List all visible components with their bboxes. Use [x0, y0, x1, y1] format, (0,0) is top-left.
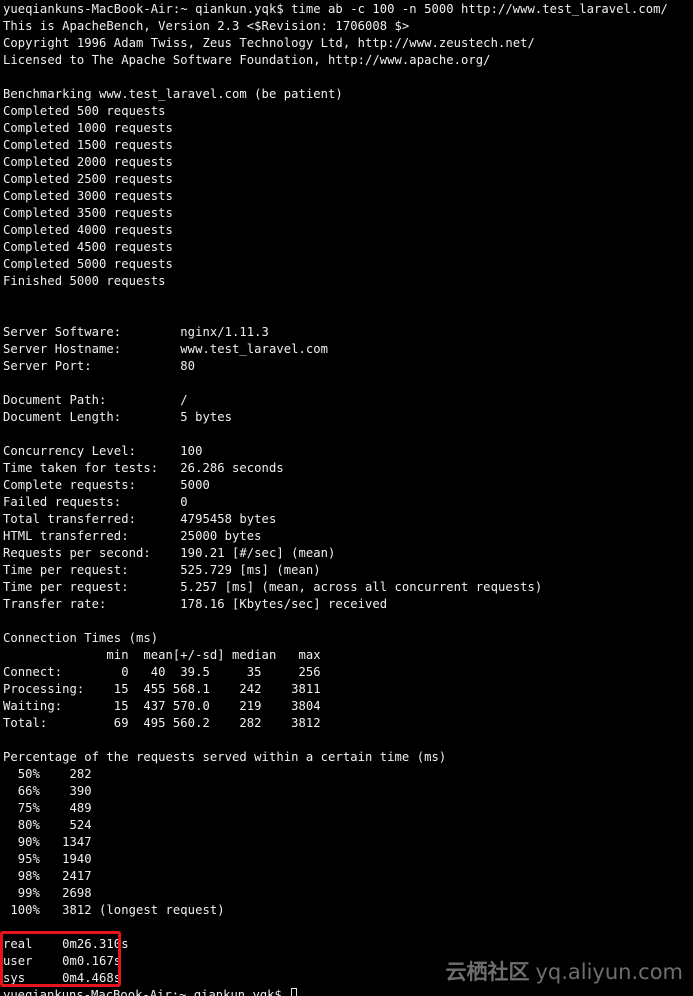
time-result-highlight: [0, 931, 121, 987]
terminal-line: Completed 2000 requests: [3, 155, 173, 169]
terminal-line: 98% 2417: [3, 869, 92, 883]
terminal-window[interactable]: yueqiankuns-MacBook-Air:~ qiankun.yqk$ t…: [0, 0, 693, 996]
prompt-text: yueqiankuns-MacBook-Air:~ qiankun.yqk$: [3, 988, 290, 996]
terminal-line: Document Length: 5 bytes: [3, 410, 233, 424]
terminal-line: Total: 69 495 560.2 282 3812: [3, 716, 321, 730]
terminal-line: Time per request: 5.257 [ms] (mean, acro…: [3, 580, 543, 594]
terminal-line: 90% 1347: [3, 835, 92, 849]
terminal-line: Completed 2500 requests: [3, 172, 173, 186]
terminal-line: Completed 500 requests: [3, 104, 166, 118]
terminal-line: 66% 390: [3, 784, 92, 798]
terminal-line: Completed 4500 requests: [3, 240, 173, 254]
terminal-line: Completed 4000 requests: [3, 223, 173, 237]
terminal-line: Copyright 1996 Adam Twiss, Zeus Technolo…: [3, 36, 535, 50]
terminal-line: Failed requests: 0: [3, 495, 188, 509]
terminal-line: Transfer rate: 178.16 [Kbytes/sec] recei…: [3, 597, 388, 611]
terminal-line: Server Hostname: www.test_laravel.com: [3, 342, 329, 356]
terminal-line: Completed 1000 requests: [3, 121, 173, 135]
terminal-line: Completed 3000 requests: [3, 189, 173, 203]
terminal-line: Time taken for tests: 26.286 seconds: [3, 461, 284, 475]
terminal-line: Requests per second: 190.21 [#/sec] (mea…: [3, 546, 336, 560]
cursor-icon: [291, 988, 298, 996]
terminal-line: 95% 1940: [3, 852, 92, 866]
terminal-line: Completed 3500 requests: [3, 206, 173, 220]
terminal-line: Connect: 0 40 39.5 35 256: [3, 665, 321, 679]
terminal-line: Document Path: /: [3, 393, 188, 407]
terminal-line: yueqiankuns-MacBook-Air:~ qiankun.yqk$ t…: [3, 2, 668, 16]
terminal-line: Completed 5000 requests: [3, 257, 173, 271]
terminal-line: 75% 489: [3, 801, 92, 815]
terminal-line: Total transferred: 4795458 bytes: [3, 512, 277, 526]
terminal-line: Processing: 15 455 568.1 242 3811: [3, 682, 321, 696]
terminal-line: This is ApacheBench, Version 2.3 <$Revis…: [3, 19, 410, 33]
terminal-line: Complete requests: 5000: [3, 478, 210, 492]
terminal-line: Licensed to The Apache Software Foundati…: [3, 53, 491, 67]
terminal-line: Time per request: 525.729 [ms] (mean): [3, 563, 321, 577]
terminal-line: Server Port: 80: [3, 359, 196, 373]
terminal-line: Completed 1500 requests: [3, 138, 173, 152]
terminal-line: Benchmarking www.test_laravel.com (be pa…: [3, 87, 343, 101]
terminal-prompt[interactable]: yueqiankuns-MacBook-Air:~ qiankun.yqk$: [3, 987, 298, 996]
terminal-line: Finished 5000 requests: [3, 274, 166, 288]
watermark-brand: 云栖社区: [445, 960, 530, 984]
terminal-line: 100% 3812 (longest request): [3, 903, 225, 917]
terminal-line: Server Software: nginx/1.11.3: [3, 325, 269, 339]
terminal-line: Percentage of the requests served within…: [3, 750, 447, 764]
terminal-line: Connection Times (ms): [3, 631, 159, 645]
terminal-line: 80% 524: [3, 818, 92, 832]
terminal-line: Waiting: 15 437 570.0 219 3804: [3, 699, 321, 713]
watermark: 云栖社区 yq.aliyun.com: [445, 955, 683, 989]
terminal-line: Concurrency Level: 100: [3, 444, 203, 458]
terminal-line: min mean[+/-sd] median max: [3, 648, 321, 662]
terminal-line: 50% 282: [3, 767, 92, 781]
terminal-line: HTML transferred: 25000 bytes: [3, 529, 262, 543]
terminal-line: 99% 2698: [3, 886, 92, 900]
watermark-domain: yq.aliyun.com: [535, 960, 683, 984]
